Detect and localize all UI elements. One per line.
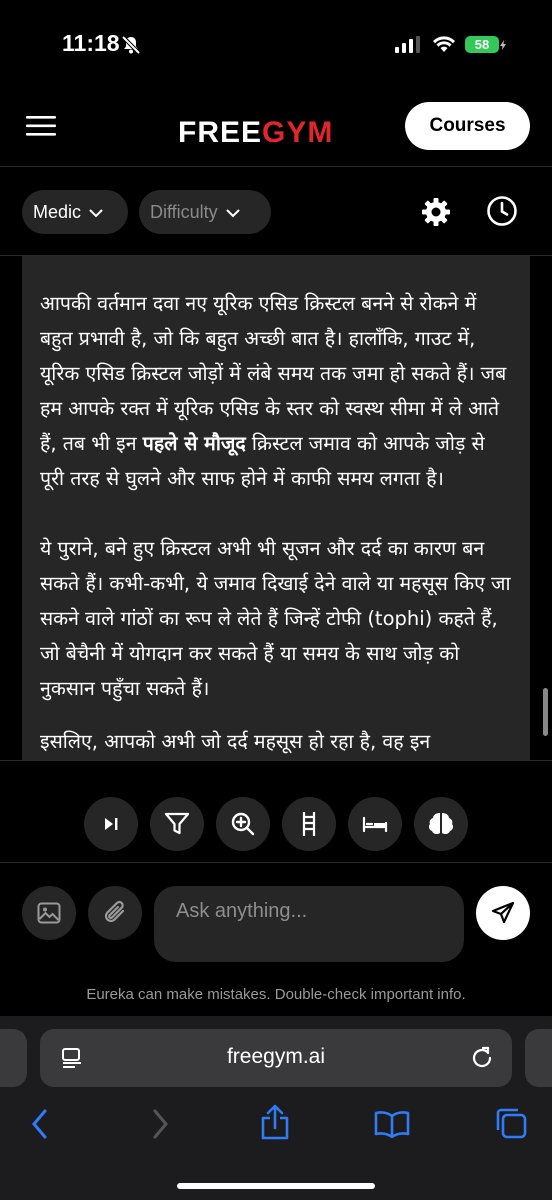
disclaimer-text: Eureka can make mistakes. Double-check i… [86,986,466,1003]
chat-response-card: आपकी वर्तमान दवा नए यूरिक एसिड क्रिस्टल … [22,256,530,760]
next-tab[interactable] [525,1029,552,1087]
battery-level: 58 [465,36,499,53]
share-icon[interactable] [260,1104,290,1140]
courses-button[interactable]: Courses [405,102,530,150]
filter-button[interactable] [150,797,204,851]
zoom-in-icon [230,811,256,837]
address-bar[interactable]: freegym.ai [40,1029,512,1087]
ask-placeholder: Ask anything... [176,900,308,922]
back-icon[interactable] [30,1108,50,1140]
difficulty-dropdown[interactable]: Difficulty [139,190,271,234]
response-paragraph: आपकी वर्तमान दवा नए यूरिक एसिड क्रिस्टल … [22,286,530,496]
logo-part-gym: GYM [262,116,334,149]
charging-bolt-icon [500,40,506,50]
tools-divider [0,862,552,863]
bed-icon [362,815,388,833]
content-divider [0,760,552,761]
wifi-icon [432,35,456,53]
category-label: Medic [33,202,82,222]
chevron-down-icon [89,190,103,234]
ask-input[interactable]: Ask anything... [154,886,464,962]
skip-icon [103,816,119,832]
scrollbar[interactable] [543,688,548,736]
ladder-icon [300,811,318,837]
bold-phrase: पहले से मौजूद [142,432,246,455]
home-indicator [177,1183,375,1189]
category-dropdown[interactable]: Medic [22,190,128,234]
forward-icon[interactable] [150,1108,170,1140]
filter-icon [164,811,190,837]
response-paragraph: इसलिए, आपको अभी जो दर्द महसूस हो रहा है,… [40,730,431,753]
skip-button[interactable] [84,797,138,851]
previous-tab[interactable] [0,1029,27,1087]
status-time: 11:18 [62,30,120,56]
bell-slash-icon [120,34,142,56]
brain-icon [427,811,455,837]
header-divider [0,166,552,167]
freegym-logo[interactable]: FREEGYM [178,116,333,150]
brain-button[interactable] [414,797,468,851]
logo-part-free: FREE [178,116,263,149]
paperclip-icon [103,900,127,926]
image-icon [37,902,61,924]
chevron-down-icon [226,190,240,234]
ladder-button[interactable] [282,797,336,851]
bookmarks-icon[interactable] [374,1110,410,1138]
bed-button[interactable] [348,797,402,851]
hamburger-menu-icon[interactable] [26,116,56,136]
paragraph-text: आपकी वर्तमान दवा नए यूरिक एसिड क्रिस्टल … [40,292,507,455]
tabs-icon[interactable] [494,1106,528,1140]
cellular-signal-icon [395,36,421,53]
url-text: freegym.ai [226,1045,326,1068]
reload-icon[interactable] [470,1046,494,1070]
send-icon [490,900,516,926]
difficulty-label: Difficulty [150,202,218,222]
image-upload-button[interactable] [22,886,76,940]
zoom-button[interactable] [216,797,270,851]
history-clock-icon[interactable] [486,195,518,227]
send-button[interactable] [476,886,530,940]
attach-button[interactable] [88,886,142,940]
response-paragraph: ये पुराने, बने हुए क्रिस्टल अभी भी सूजन … [40,537,511,700]
settings-gear-icon[interactable] [421,197,451,227]
